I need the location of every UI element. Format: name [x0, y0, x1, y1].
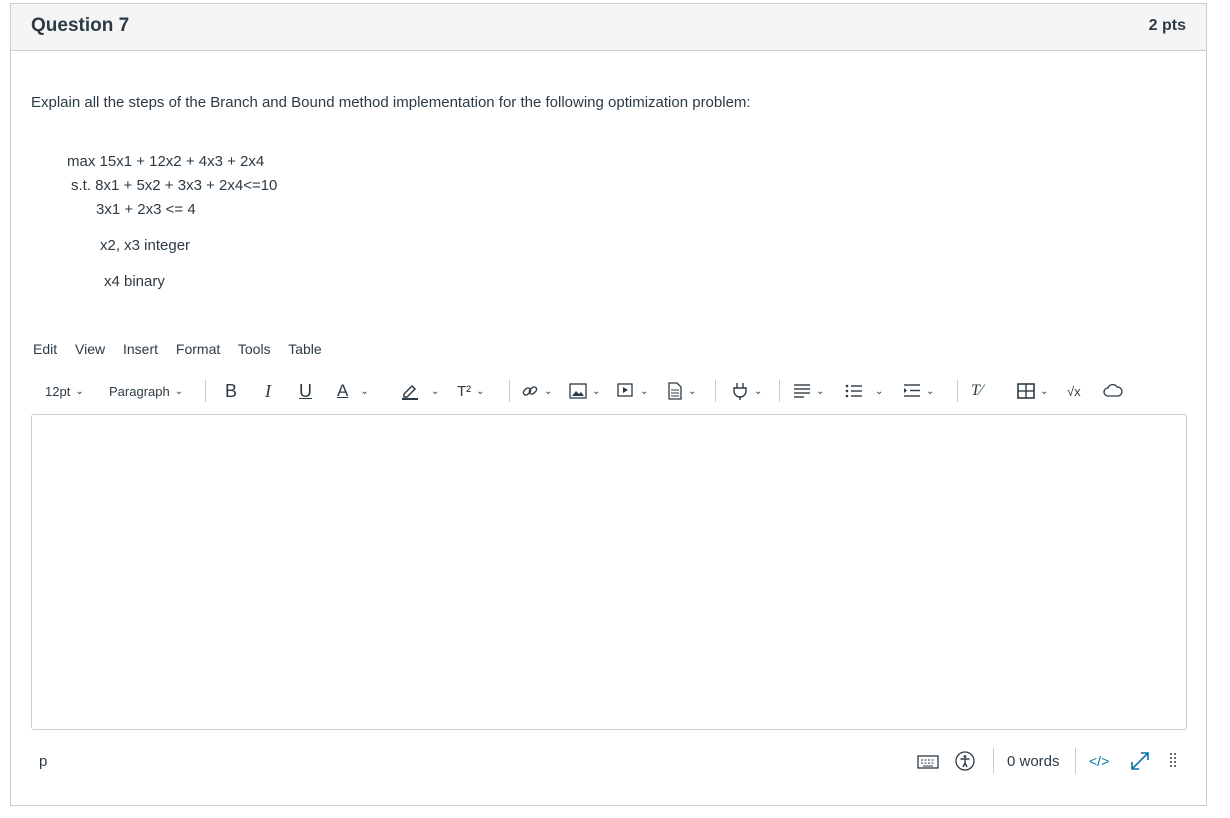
superscript-icon: T²	[457, 382, 472, 400]
plugins-button[interactable]: ⌄	[731, 376, 762, 406]
editor-toolbar: 12pt ⌄ Paragraph ⌄ B I U A ⌄ ⌄ T² ⌄ ⌄ ⌄ …	[31, 376, 1191, 406]
chevron-down-icon: ⌄	[431, 385, 440, 397]
superscript-button[interactable]: T² ⌄	[457, 376, 485, 406]
keyboard-icon	[917, 755, 939, 769]
align-button[interactable]: ⌄	[793, 376, 824, 406]
cloud-upload-button[interactable]	[1103, 376, 1123, 406]
chevron-down-icon: ⌄	[544, 385, 553, 397]
menu-format[interactable]: Format	[176, 341, 220, 357]
toolbar-divider	[715, 380, 716, 402]
element-path[interactable]: p	[39, 746, 47, 776]
link-button[interactable]: ⌄	[521, 376, 552, 406]
table-button[interactable]: ⌄	[1017, 376, 1048, 406]
text-color-icon: A	[337, 381, 349, 400]
media-button[interactable]: ⌄	[617, 376, 648, 406]
question-prompt: Explain all the steps of the Branch and …	[31, 94, 751, 111]
menu-view[interactable]: View	[75, 341, 105, 357]
indent-icon	[904, 384, 920, 397]
statusbar-divider	[1075, 748, 1076, 774]
chevron-down-icon: ⌄	[754, 385, 763, 397]
media-icon	[617, 383, 633, 397]
font-size-dropdown[interactable]: 12pt ⌄	[45, 376, 84, 406]
italic-button[interactable]: I	[265, 376, 271, 406]
menu-edit[interactable]: Edit	[33, 341, 57, 357]
resize-handle[interactable]	[1169, 746, 1177, 776]
bullet-list-button[interactable]: ⌄	[845, 376, 883, 406]
constraint-line-2: 3x1 + 2x3 <= 4	[96, 201, 196, 218]
underline-icon: U	[299, 380, 312, 401]
text-color-button[interactable]: A ⌄	[337, 376, 369, 406]
chevron-down-icon: ⌄	[875, 385, 884, 397]
chevron-down-icon: ⌄	[688, 385, 697, 397]
editor-statusbar: p 0 words </>	[31, 746, 1191, 776]
chevron-down-icon: ⌄	[640, 385, 649, 397]
bold-button[interactable]: B	[225, 376, 237, 406]
link-icon	[522, 386, 538, 396]
chevron-down-icon: ⌄	[1040, 385, 1049, 397]
underline-button[interactable]: U	[299, 376, 312, 406]
binary-constraint-line: x4 binary	[104, 273, 165, 290]
keyboard-shortcuts-button[interactable]	[917, 746, 939, 776]
menu-tools[interactable]: Tools	[238, 341, 271, 357]
chevron-down-icon: ⌄	[592, 385, 601, 397]
editor-menubar: Edit View Insert Format Tools Table	[33, 341, 336, 357]
cloud-icon	[1103, 383, 1123, 397]
expand-icon	[1131, 752, 1149, 770]
image-button[interactable]: ⌄	[569, 376, 600, 406]
accessibility-checker-button[interactable]	[955, 746, 975, 776]
chevron-down-icon: ⌄	[816, 385, 825, 397]
toolbar-divider	[205, 380, 206, 402]
chevron-down-icon: ⌄	[75, 385, 84, 397]
toolbar-divider	[779, 380, 780, 402]
word-count[interactable]: 0 words	[1007, 746, 1060, 776]
question-title: Question 7	[31, 15, 130, 36]
question-points: 2 pts	[1148, 17, 1186, 34]
document-icon	[668, 382, 682, 400]
fullscreen-button[interactable]	[1129, 746, 1151, 776]
italic-icon: I	[265, 380, 271, 401]
html-editor-toggle[interactable]: </>	[1089, 746, 1109, 776]
menu-table[interactable]: Table	[288, 341, 321, 357]
accessibility-icon	[955, 751, 975, 771]
align-left-icon	[794, 384, 810, 398]
integer-constraint-line: x2, x3 integer	[100, 237, 191, 254]
toolbar-divider	[957, 380, 958, 402]
chevron-down-icon: ⌄	[926, 385, 935, 397]
question-header: Question 7 2 pts	[11, 4, 1206, 51]
equation-button[interactable]: √x	[1067, 376, 1081, 406]
clear-formatting-icon: T∕	[971, 382, 983, 399]
constraint-line-1: s.t. 8x1 + 5x2 + 3x3 + 2x4<=10	[71, 177, 278, 194]
clear-formatting-button[interactable]: T∕	[971, 376, 983, 406]
block-format-value: Paragraph	[109, 383, 170, 399]
drag-handle-icon	[1170, 753, 1176, 767]
chevron-down-icon: ⌄	[174, 385, 184, 397]
document-button[interactable]: ⌄	[667, 376, 696, 406]
highlight-color-button[interactable]: ⌄	[401, 376, 439, 406]
toolbar-divider	[509, 380, 510, 402]
table-icon	[1017, 383, 1035, 399]
indent-button[interactable]: ⌄	[903, 376, 934, 406]
plug-icon	[733, 383, 747, 400]
question-card: Question 7 2 pts Explain all the steps o…	[10, 3, 1207, 806]
rich-text-editor[interactable]	[31, 414, 1187, 730]
chevron-down-icon: ⌄	[360, 385, 369, 397]
math-icon: √x	[1067, 383, 1081, 399]
bullet-list-icon	[845, 384, 862, 398]
bold-icon: B	[225, 380, 238, 401]
objective-line: max 15x1 + 12x2 + 4x3 + 2x4	[67, 153, 265, 170]
image-icon	[569, 383, 587, 399]
font-size-value: 12pt	[45, 383, 71, 399]
highlighter-icon	[402, 384, 418, 400]
chevron-down-icon: ⌄	[476, 385, 485, 397]
menu-insert[interactable]: Insert	[123, 341, 158, 357]
block-format-dropdown[interactable]: Paragraph ⌄	[109, 376, 183, 406]
statusbar-divider	[993, 748, 994, 774]
